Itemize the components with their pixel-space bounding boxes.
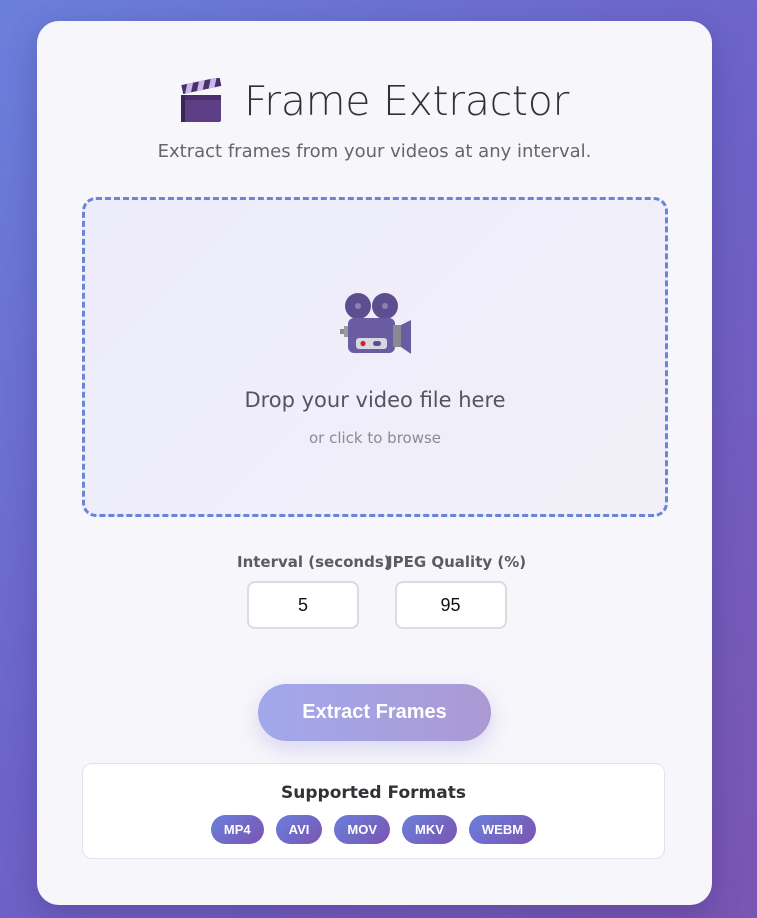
interval-setting: Interval (seconds) [237,552,391,629]
dropzone-hint: or click to browse [308,429,442,447]
page-subtitle: Extract frames from your videos at any i… [157,141,592,162]
quality-setting: JPEG Quality (%) [387,552,527,629]
clapperboard-icon [180,78,222,122]
page-title: Frame Extractor [243,77,570,125]
format-badges: MP4 AVI MOV MKV WEBM [83,815,664,844]
quality-label: JPEG Quality (%) [387,553,527,571]
movie-camera-icon [340,293,411,354]
dropzone-title: Drop your video file here [244,388,506,412]
main-card: Frame Extractor Extract frames from your… [37,21,712,905]
format-badge-mov: MOV [334,815,390,844]
format-badge-mp4: MP4 [210,815,264,844]
interval-label: Interval (seconds) [237,553,391,571]
header: Frame Extractor [37,73,712,129]
format-badge-mkv: MKV [402,815,457,844]
supported-formats-panel: Supported Formats MP4 AVI MOV MKV WEBM [82,763,665,859]
video-dropzone[interactable]: Drop your video file here or click to br… [82,197,668,517]
extract-frames-button[interactable]: Extract Frames [258,684,491,741]
format-badge-avi: AVI [275,815,323,844]
interval-input[interactable] [247,581,359,629]
formats-title: Supported Formats [281,783,466,803]
format-badge-webm: WEBM [468,815,537,844]
quality-input[interactable] [394,581,507,629]
